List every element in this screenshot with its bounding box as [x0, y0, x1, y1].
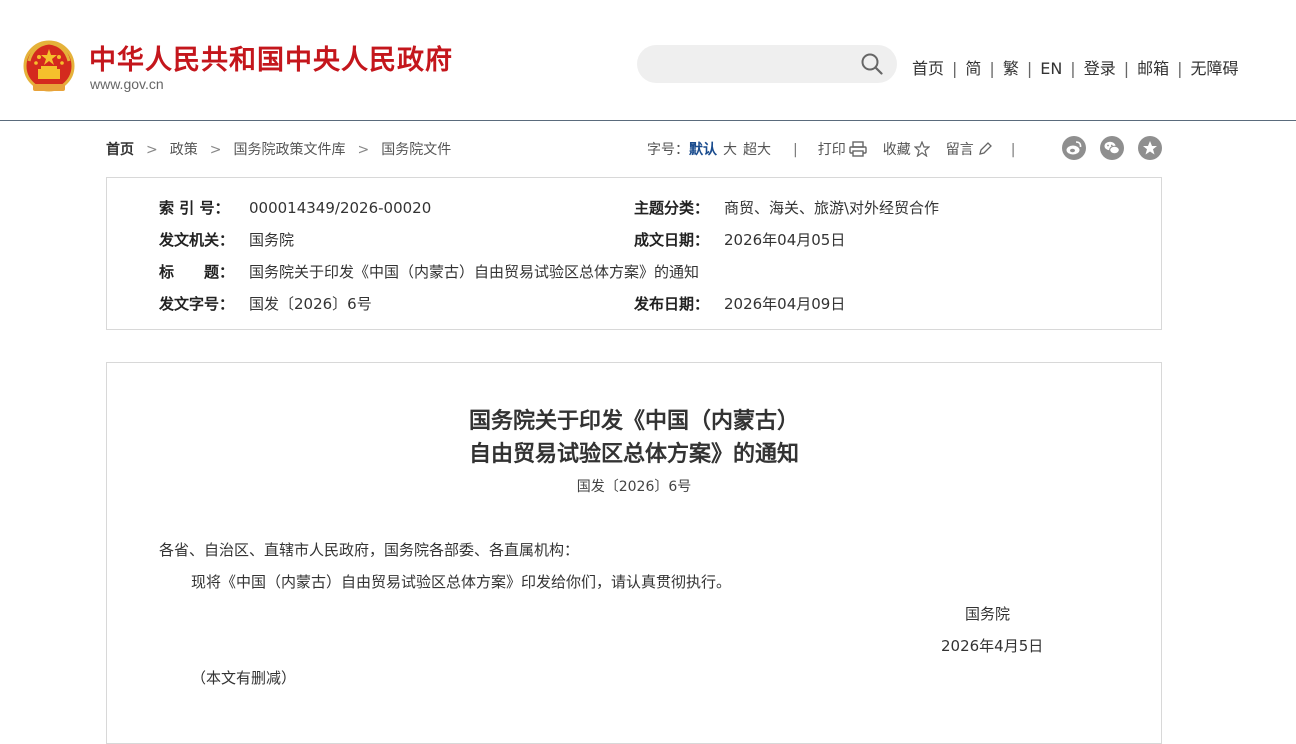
document-body: 现将《中国（内蒙古）自由贸易试验区总体方案》印发给你们，请认真贯彻执行。	[191, 573, 732, 591]
favorite-button[interactable]: 收藏	[882, 141, 930, 158]
document-signer: 国务院	[965, 605, 1011, 623]
nav-english[interactable]: EN	[1040, 59, 1062, 78]
document-number: 国发〔2026〕6号	[576, 479, 692, 495]
nav-separator: |	[1070, 59, 1076, 78]
meta-doc-number-value: 国发〔2026〕6号	[249, 295, 372, 313]
meta-category-label: 主题分类：	[634, 199, 710, 217]
nav-accessibility[interactable]: 无障碍	[1191, 59, 1239, 78]
nav-separator: |	[989, 59, 995, 78]
document-note: （本文有删减）	[191, 669, 297, 687]
font-size-default[interactable]: 默认	[689, 142, 717, 158]
meta-publish-date-value: 2026年04月09日	[724, 295, 846, 313]
star-outline-icon	[913, 141, 930, 157]
document-title-line1: 国务院关于印发《中国（内蒙古）	[468, 408, 799, 434]
tool-divider: |	[1010, 142, 1016, 158]
site-header: 中华人民共和国中央人民政府 www.gov.cn 首页 | 简 | 繁 | EN | 登录 | 邮箱…	[0, 0, 1296, 121]
nav-traditional[interactable]: 繁	[1003, 59, 1019, 78]
nav-login[interactable]: 登录	[1084, 59, 1116, 78]
meta-index-label: 索 引 号：	[159, 199, 230, 217]
font-size-label: 字号：	[647, 142, 689, 158]
font-size-large[interactable]: 大	[723, 142, 737, 158]
wechat-icon	[1104, 141, 1120, 155]
printer-icon	[849, 141, 867, 157]
breadcrumb-state-council-docs[interactable]: 国务院文件	[381, 142, 451, 158]
breadcrumb-policy[interactable]: 政策	[170, 142, 198, 158]
document-metadata-panel: 索 引 号： 000014349/2026-00020 主题分类： 商贸、海关、旅游…	[106, 177, 1162, 330]
search-box	[637, 45, 897, 85]
document-content: 国务院关于印发《中国（内蒙古） 自由贸易试验区总体方案》的通知 国发〔2026〕…	[106, 362, 1162, 744]
document-title: 国务院关于印发《中国（内蒙古） 自由贸易试验区总体方案》的通知	[107, 405, 1161, 471]
document-title-line2: 自由贸易试验区总体方案》的通知	[468, 441, 799, 467]
wechat-share-button[interactable]	[1100, 136, 1124, 160]
breadcrumb-policy-library[interactable]: 国务院政策文件库	[233, 142, 345, 158]
nav-simplified[interactable]: 简	[965, 59, 981, 78]
article-tools: 字号：默认大超大 | 打印 收藏 留言 |	[647, 139, 1015, 159]
meta-publish-date-label: 发布日期：	[634, 295, 710, 313]
weibo-icon	[1066, 141, 1082, 155]
meta-title-label: 标 题：	[159, 263, 235, 281]
weibo-share-button[interactable]	[1062, 136, 1086, 160]
meta-issuer-label: 发文机关：	[159, 231, 235, 249]
print-label: 打印	[817, 142, 846, 158]
meta-written-date-label: 成文日期：	[634, 231, 710, 249]
search-input[interactable]	[655, 45, 859, 85]
pencil-icon	[978, 142, 992, 155]
nav-home[interactable]: 首页	[912, 59, 944, 78]
meta-category: 主题分类： 商贸、海关、旅游\对外经贸合作	[634, 197, 939, 218]
nav-separator: |	[952, 59, 958, 78]
meta-title: 标 题： 国务院关于印发《中国（内蒙古）自由贸易试验区总体方案》的通知	[159, 261, 699, 282]
meta-index-value: 000014349/2026-00020	[249, 199, 432, 217]
chevron-right-icon: >	[209, 142, 222, 158]
nav-separator: |	[1123, 59, 1130, 78]
document-salutation: 各省、自治区、直辖市人民政府，国务院各部委、各直属机构：	[159, 541, 580, 559]
meta-issuer-value: 国务院	[249, 231, 295, 249]
breadcrumb: 首页 > 政策 > 国务院政策文件库 > 国务院文件	[106, 139, 451, 159]
top-nav: 首页 | 简 | 繁 | EN | 登录 | 邮箱 | 无障碍	[912, 55, 1239, 79]
meta-index: 索 引 号： 000014349/2026-00020	[159, 197, 431, 218]
document-date: 2026年4月5日	[941, 637, 1044, 655]
meta-category-value: 商贸、海关、旅游\对外经贸合作	[724, 199, 940, 217]
national-emblem-icon[interactable]	[23, 39, 75, 95]
breadcrumb-home[interactable]: 首页	[106, 142, 134, 158]
nav-mailbox[interactable]: 邮箱	[1137, 59, 1169, 78]
site-url: www.gov.cn	[90, 76, 164, 92]
chevron-right-icon: >	[146, 142, 158, 158]
favorite-share-button[interactable]	[1138, 136, 1162, 160]
favorite-label: 收藏	[882, 142, 911, 158]
tool-divider: |	[793, 142, 798, 158]
favorite-star-icon	[1143, 141, 1157, 155]
nav-separator: |	[1177, 59, 1183, 78]
meta-written-date-value: 2026年04月05日	[724, 231, 846, 249]
meta-title-value: 国务院关于印发《中国（内蒙古）自由贸易试验区总体方案》的通知	[249, 263, 700, 281]
meta-doc-number-label: 发文字号：	[159, 295, 235, 313]
comment-button[interactable]: 留言	[946, 142, 993, 158]
font-size-xlarge[interactable]: 超大	[743, 142, 771, 158]
meta-written-date: 成文日期： 2026年04月05日	[634, 229, 845, 250]
meta-issuer: 发文机关： 国务院	[159, 229, 294, 250]
meta-doc-number: 发文字号： 国发〔2026〕6号	[159, 293, 372, 314]
search-icon[interactable]	[861, 53, 883, 75]
meta-publish-date: 发布日期： 2026年04月09日	[634, 293, 845, 314]
chevron-right-icon: >	[357, 142, 370, 158]
site-title[interactable]: 中华人民共和国中央人民政府	[89, 38, 453, 77]
nav-separator: |	[1026, 59, 1033, 78]
comment-label: 留言	[945, 142, 974, 158]
print-button[interactable]: 打印	[817, 141, 867, 158]
